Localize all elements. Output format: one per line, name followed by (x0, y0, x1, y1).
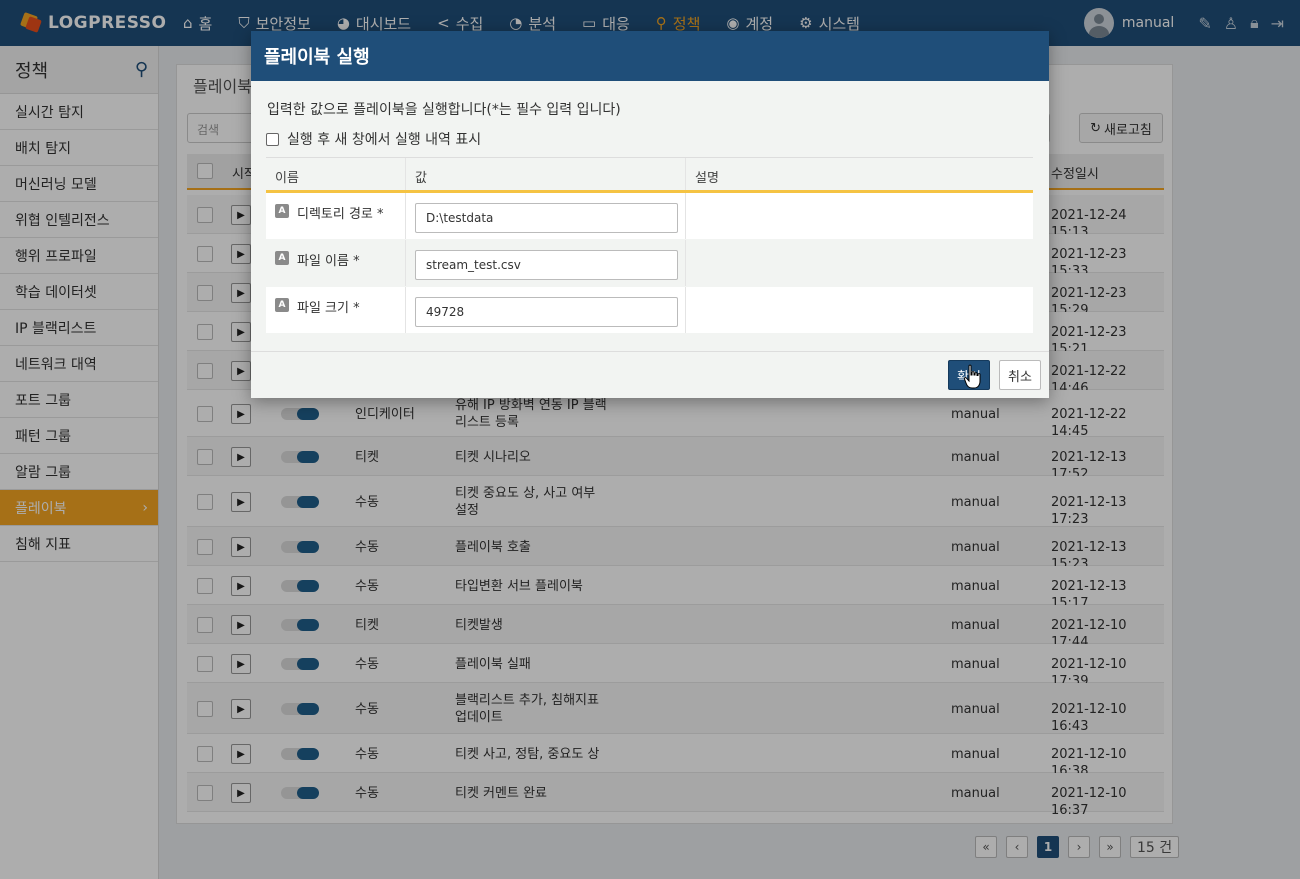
directory-path-input[interactable]: D:\testdata (415, 203, 678, 233)
parameter-label: 파일 크기 * (297, 301, 360, 316)
dialog-title: 플레이북 실행 (251, 31, 1049, 81)
file-name-input[interactable]: stream_test.csv (415, 250, 678, 280)
parameter-table: 이름 값 설명 A 디렉토리 경로 * D:\testdata A 파일 이름 … (266, 157, 1033, 334)
column-name: 이름 (275, 171, 299, 186)
show-history-label: 실행 후 새 창에서 실행 내역 표시 (287, 132, 482, 148)
column-description: 설명 (695, 171, 719, 186)
parameter-table-header: 이름 값 설명 (266, 157, 1033, 193)
run-playbook-dialog: 플레이북 실행 입력한 값으로 플레이북을 실행합니다(*는 필수 입력 입니다… (251, 31, 1049, 398)
checkbox-icon[interactable] (266, 132, 279, 146)
string-type-icon: A (275, 251, 289, 265)
file-size-input[interactable]: 49728 (415, 297, 678, 327)
hand-cursor-icon (963, 364, 981, 389)
dialog-message: 입력한 값으로 플레이북을 실행합니다(*는 필수 입력 입니다) (267, 102, 621, 118)
parameter-label: 디렉토리 경로 * (297, 207, 384, 222)
parameter-row: A 디렉토리 경로 * D:\testdata (266, 193, 1033, 240)
column-value: 값 (415, 171, 427, 186)
string-type-icon: A (275, 298, 289, 312)
dialog-footer: 확인 취소 (251, 351, 1049, 398)
cancel-button[interactable]: 취소 (999, 360, 1041, 390)
string-type-icon: A (275, 204, 289, 218)
parameter-label: 파일 이름 * (297, 254, 360, 269)
parameter-row: A 파일 이름 * stream_test.csv (266, 240, 1033, 287)
parameter-row: A 파일 크기 * 49728 (266, 287, 1033, 334)
show-history-checkbox[interactable]: 실행 후 새 창에서 실행 내역 표시 (266, 129, 481, 149)
